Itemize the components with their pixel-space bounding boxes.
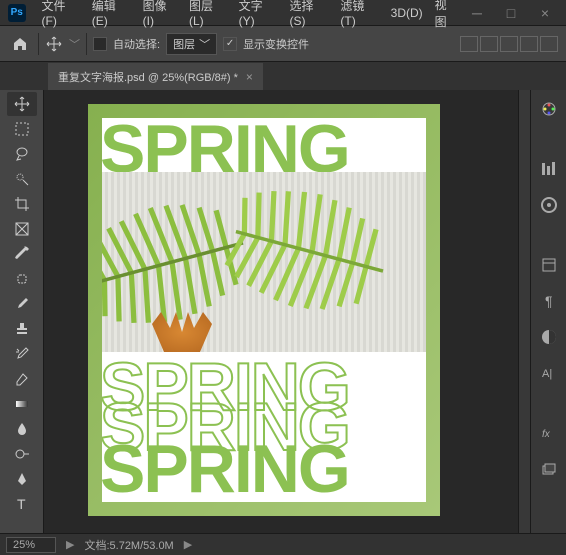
canvas-area[interactable]: SPRING SPRING SPRING SPRING <box>44 90 518 533</box>
align-button-1[interactable] <box>460 36 478 52</box>
marquee-tool[interactable] <box>7 117 37 141</box>
menu-edit[interactable]: 编辑(E) <box>86 0 137 28</box>
type-tool[interactable]: T <box>7 492 37 516</box>
pen-tool[interactable] <box>7 467 37 491</box>
home-icon <box>12 36 28 52</box>
gradient-panel-icon[interactable] <box>538 326 560 348</box>
close-button[interactable]: × <box>532 4 558 22</box>
quick-select-tool[interactable] <box>7 167 37 191</box>
chevron-down-icon: ﹀ <box>199 36 210 52</box>
gradient-tool[interactable] <box>7 392 37 416</box>
svg-text:A|: A| <box>542 368 552 380</box>
align-button-4[interactable] <box>520 36 538 52</box>
move-tool-icon <box>45 35 63 53</box>
crop-tool[interactable] <box>7 192 37 216</box>
eyedropper-tool[interactable] <box>7 242 37 266</box>
document-info: 文档:5.72M/53.0M <box>84 537 173 553</box>
menu-image[interactable]: 图像(I) <box>137 0 183 28</box>
menu-select[interactable]: 选择(S) <box>284 0 335 28</box>
layer-dropdown-label: 图层 <box>173 36 195 52</box>
show-transform-label: 显示变换控件 <box>243 36 309 52</box>
eraser-tool[interactable] <box>7 367 37 391</box>
minimize-button[interactable]: ─ <box>464 4 490 22</box>
tools-panel: T <box>0 90 44 533</box>
align-button-5[interactable] <box>540 36 558 52</box>
properties-panel-icon[interactable] <box>538 254 560 276</box>
align-button-3[interactable] <box>500 36 518 52</box>
lasso-tool[interactable] <box>7 142 37 166</box>
styles-panel-icon[interactable]: fx <box>538 422 560 444</box>
zoom-input[interactable]: 25% <box>6 537 56 553</box>
adjustments-panel-icon[interactable] <box>538 158 560 180</box>
menu-3d[interactable]: 3D(D) <box>385 6 429 20</box>
stamp-tool[interactable] <box>7 317 37 341</box>
auto-select-label: 自动选择: <box>113 36 160 52</box>
paragraph-panel-icon[interactable]: ¶ <box>538 290 560 312</box>
spring-text-bottom: SPRING <box>102 430 349 502</box>
move-tool[interactable] <box>7 92 37 116</box>
svg-text:T: T <box>17 496 26 512</box>
menu-type[interactable]: 文字(Y) <box>233 0 284 28</box>
layer-dropdown[interactable]: 图层 ﹀ <box>166 33 217 55</box>
blur-tool[interactable] <box>7 417 37 441</box>
layers-panel-icon[interactable] <box>538 458 560 480</box>
panel-collapse-strip[interactable] <box>518 90 530 533</box>
menu-layer[interactable]: 图层(L) <box>183 0 233 28</box>
menu-file[interactable]: 文件(F) <box>36 0 86 28</box>
frame-tool[interactable] <box>7 217 37 241</box>
document-tab[interactable]: 重复文字海报.psd @ 25%(RGB/8#) * × <box>48 63 263 90</box>
menu-filter[interactable]: 滤镜(T) <box>334 0 384 28</box>
document-tab-title: 重复文字海报.psd @ 25%(RGB/8#) * <box>58 69 238 85</box>
brush-tool[interactable] <box>7 292 37 316</box>
svg-text:fx: fx <box>542 429 551 440</box>
swatches-panel-icon[interactable] <box>538 194 560 216</box>
align-button-2[interactable] <box>480 36 498 52</box>
character-panel-icon[interactable]: A| <box>538 362 560 384</box>
menu-view[interactable]: 视图 <box>429 0 464 30</box>
close-tab-button[interactable]: × <box>246 70 253 84</box>
maximize-button[interactable]: □ <box>498 4 524 22</box>
right-panels: ¶ A| fx <box>530 90 566 533</box>
color-panel-icon[interactable] <box>538 98 560 120</box>
artboard[interactable]: SPRING SPRING SPRING SPRING <box>88 104 440 516</box>
dodge-tool[interactable] <box>7 442 37 466</box>
divider <box>38 33 39 55</box>
healing-tool[interactable] <box>7 267 37 291</box>
home-button[interactable] <box>8 32 32 56</box>
divider <box>86 33 87 55</box>
svg-text:¶: ¶ <box>545 293 553 309</box>
history-brush-tool[interactable] <box>7 342 37 366</box>
doc-info-dropdown[interactable]: ▶ <box>66 538 74 551</box>
dropdown-arrow-icon[interactable]: ﹀ <box>69 36 80 52</box>
ps-logo: Ps <box>8 4 26 22</box>
doc-info-chevron[interactable]: ▶ <box>184 538 192 551</box>
photo-layer <box>102 172 426 352</box>
auto-select-checkbox[interactable] <box>93 37 107 51</box>
show-transform-checkbox[interactable] <box>223 37 237 51</box>
